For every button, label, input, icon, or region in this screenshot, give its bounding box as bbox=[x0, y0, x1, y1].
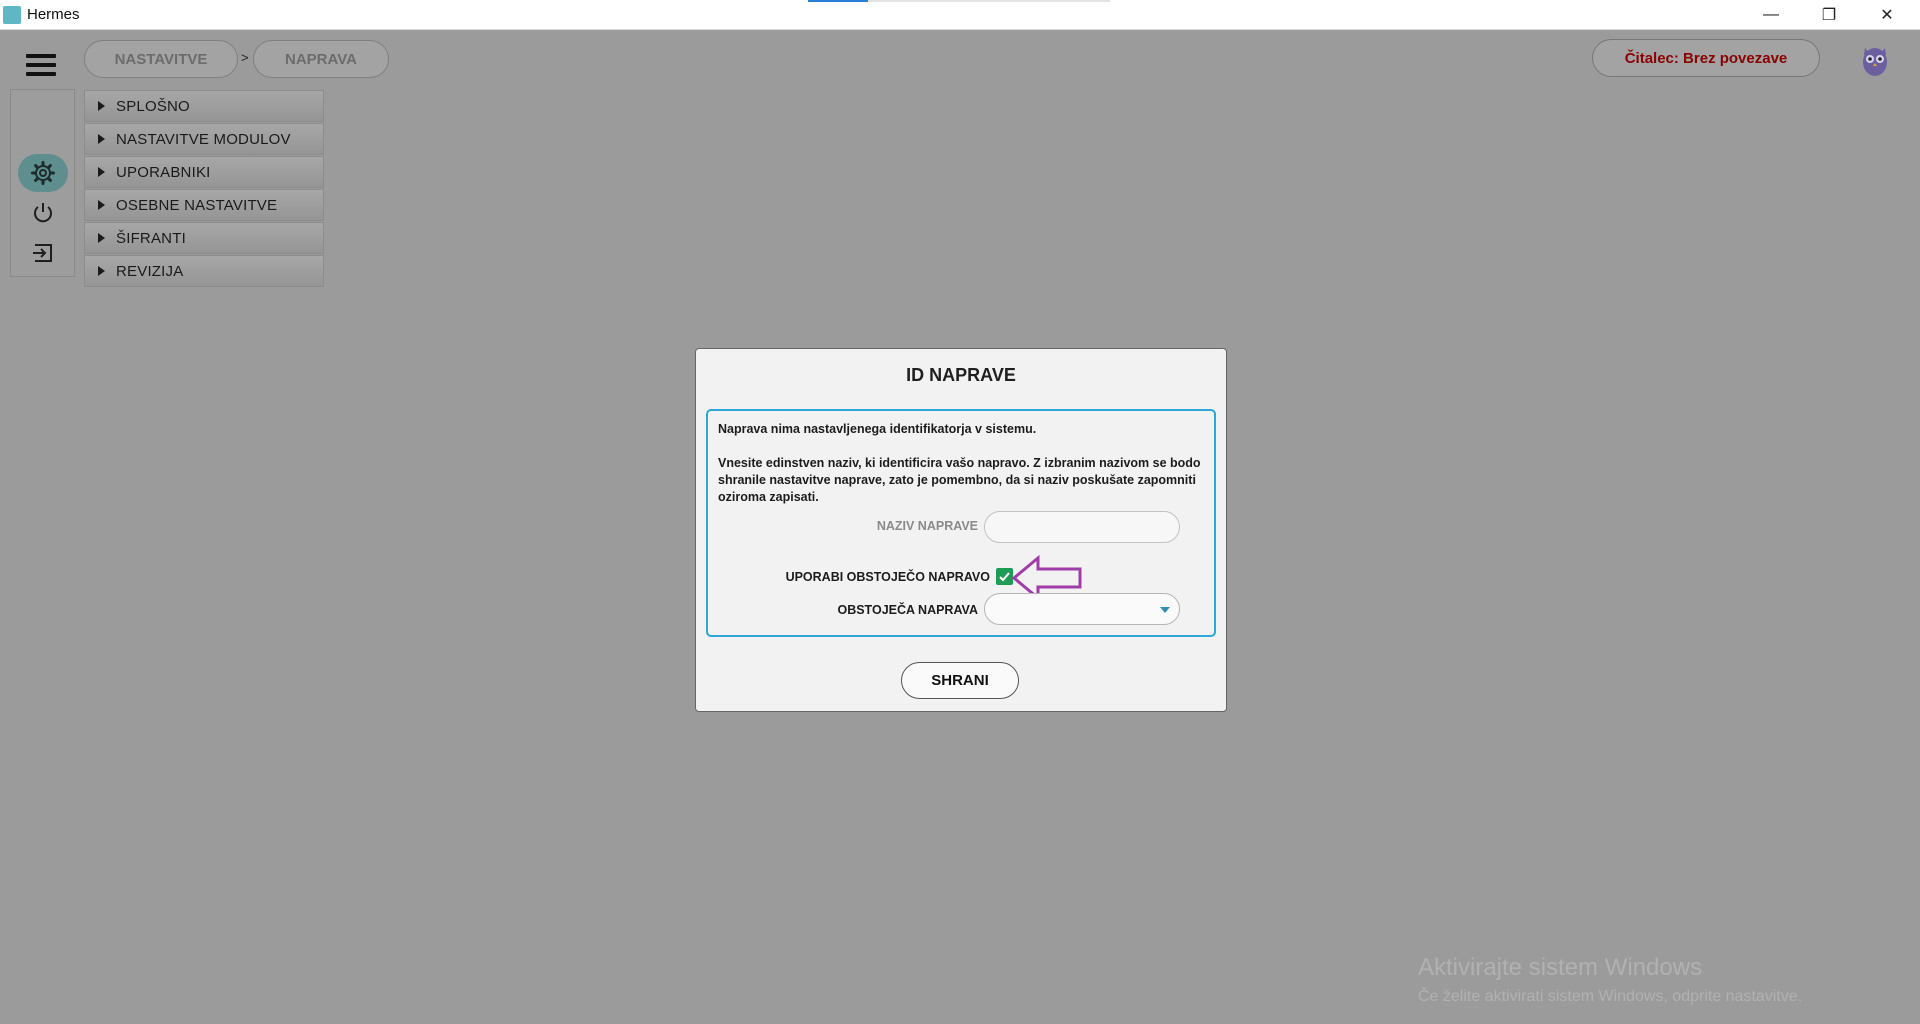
hamburger-menu-icon[interactable] bbox=[26, 54, 56, 76]
expand-triangle-icon bbox=[98, 233, 105, 243]
breadcrumb-nastavitve[interactable]: NASTAVITVE bbox=[84, 40, 238, 78]
expand-triangle-icon bbox=[98, 200, 105, 210]
window-title: Hermes bbox=[27, 6, 80, 23]
owl-mascot-icon[interactable] bbox=[1858, 38, 1892, 78]
loading-strip bbox=[808, 0, 1110, 2]
menu-item-nastavitve-modulov[interactable]: NASTAVITVE MODULOV bbox=[84, 123, 324, 155]
expand-triangle-icon bbox=[98, 101, 105, 111]
device-id-dialog: ID NAPRAVE Naprava nima nastavljenega id… bbox=[695, 348, 1227, 712]
dialog-message-intro: Naprava nima nastavljenega identifikator… bbox=[718, 422, 1037, 436]
expand-triangle-icon bbox=[98, 266, 105, 276]
device-name-input[interactable] bbox=[984, 511, 1180, 543]
use-existing-label: UPORABI OBSTOJEČO NAPRAVO bbox=[785, 570, 990, 584]
dialog-title: ID NAPRAVE bbox=[906, 365, 1016, 385]
logout-button[interactable] bbox=[18, 234, 68, 272]
menu-item-label: UPORABNIKI bbox=[116, 163, 211, 181]
chevron-down-icon bbox=[1160, 607, 1170, 613]
expand-triangle-icon bbox=[98, 167, 105, 177]
expand-triangle-icon bbox=[98, 134, 105, 144]
menu-item-label: REVIZIJA bbox=[116, 262, 184, 280]
restore-button[interactable]: ❐ bbox=[1800, 0, 1858, 29]
device-name-label: NAZIV NAPRAVE bbox=[876, 519, 978, 533]
reader-status-button[interactable]: Čitalec: Brez povezave bbox=[1592, 39, 1820, 77]
dialog-message-detail: Vnesite edinstven naziv, ki identificira… bbox=[718, 456, 1201, 504]
menu-item-splosno[interactable]: SPLOŠNO bbox=[84, 90, 324, 122]
menu-item-label: ŠIFRANTI bbox=[116, 229, 186, 247]
settings-menu: SPLOŠNO NASTAVITVE MODULOV UPORABNIKI OS… bbox=[84, 90, 324, 288]
app-logo-icon bbox=[3, 6, 21, 24]
minimize-button[interactable]: — bbox=[1742, 0, 1800, 29]
windows-activation-watermark-title: Aktivirajte sistem Windows bbox=[1418, 954, 1703, 981]
menu-item-label: OSEBNE NASTAVITVE bbox=[116, 196, 278, 214]
menu-item-revizija[interactable]: REVIZIJA bbox=[84, 255, 324, 287]
window-titlebar: Hermes — ❐ ✕ bbox=[0, 0, 1920, 30]
power-button[interactable] bbox=[18, 194, 68, 232]
menu-item-sifranti[interactable]: ŠIFRANTI bbox=[84, 222, 324, 254]
menu-item-uporabniki[interactable]: UPORABNIKI bbox=[84, 156, 324, 188]
use-existing-checkbox[interactable] bbox=[996, 568, 1013, 585]
save-button[interactable]: SHRANI bbox=[901, 662, 1019, 699]
power-icon bbox=[34, 203, 52, 223]
logout-icon bbox=[33, 244, 52, 262]
windows-activation-watermark-text: Če želite aktivirati sistem Windows, odp… bbox=[1418, 988, 1803, 1005]
breadcrumb-naprava[interactable]: NAPRAVA bbox=[253, 40, 389, 78]
sidebar-icon-column bbox=[10, 89, 75, 277]
menu-item-label: SPLOŠNO bbox=[116, 97, 190, 115]
existing-device-label: OBSTOJEČA NAPRAVA bbox=[837, 603, 978, 617]
checkmark-icon bbox=[999, 572, 1010, 582]
gear-icon bbox=[31, 161, 55, 185]
menu-item-label: NASTAVITVE MODULOV bbox=[116, 130, 291, 148]
dialog-form-box: Naprava nima nastavljenega identifikator… bbox=[706, 409, 1216, 637]
close-button[interactable]: ✕ bbox=[1858, 0, 1916, 29]
settings-button[interactable] bbox=[18, 154, 68, 192]
breadcrumb-separator: > bbox=[241, 50, 249, 65]
existing-device-select[interactable] bbox=[984, 593, 1180, 625]
menu-item-osebne-nastavitve[interactable]: OSEBNE NASTAVITVE bbox=[84, 189, 324, 221]
